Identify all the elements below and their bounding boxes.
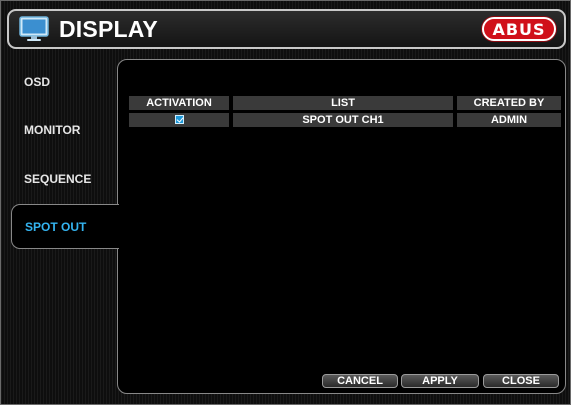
table-row-activation-cell (129, 113, 229, 127)
tab-spot-out[interactable]: SPOT OUT (11, 204, 119, 249)
table-row-created-by-cell: ADMIN (457, 113, 561, 127)
cancel-button[interactable]: CANCEL (322, 374, 398, 388)
column-header-activation: ACTIVATION (129, 96, 229, 110)
tab-sequence-label: SEQUENCE (24, 172, 92, 186)
display-window: DISPLAY ABUS OSD MONITOR SEQUENCE ACTIVA… (0, 0, 571, 405)
content-panel: ACTIVATION LIST CREATED BY SPOT OUT CH1 … (117, 59, 566, 394)
abus-logo: ABUS (482, 17, 556, 41)
column-header-created-by: CREATED BY (457, 96, 561, 110)
page-title: DISPLAY (59, 16, 158, 42)
title-bar: DISPLAY ABUS (7, 9, 566, 49)
activation-checkbox[interactable] (174, 115, 184, 124)
table-row-list-cell[interactable]: SPOT OUT CH1 (233, 113, 453, 127)
apply-button[interactable]: APPLY (401, 374, 479, 388)
monitor-icon (19, 16, 49, 41)
tab-monitor-label: MONITOR (24, 123, 81, 137)
tab-spot-out-label: SPOT OUT (25, 220, 87, 234)
logo-text: ABUS (492, 20, 546, 39)
column-header-list: LIST (233, 96, 453, 110)
close-button[interactable]: CLOSE (483, 374, 559, 388)
tab-osd-label: OSD (24, 75, 51, 89)
